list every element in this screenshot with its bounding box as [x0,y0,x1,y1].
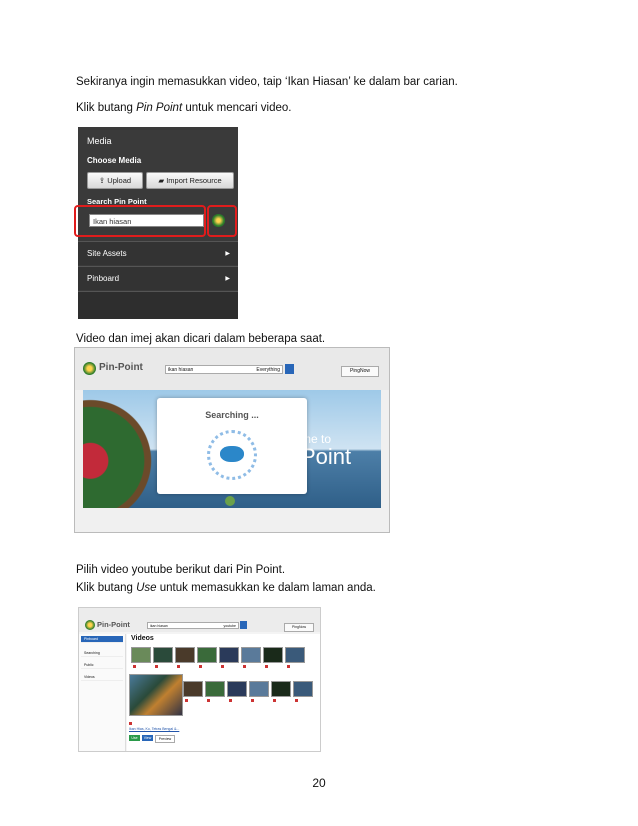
youtube-icon [243,665,246,668]
results-main: Videos Ikan Hias, Ko, Tetras Bengal &...… [127,634,320,751]
pinpoint-search-input[interactable]: ikan hiasan youtube [147,622,239,629]
youtube-icon [207,699,210,702]
pinpoint-logo-text: Pin-Point [99,362,143,373]
tree-icon [225,496,235,506]
pinpoint-logo-text: Pin-Point [97,620,130,629]
media-title: Media [87,136,112,146]
video-thumbnail[interactable] [285,647,305,663]
pinboard-label: Pinboard [87,274,120,283]
youtube-icon [185,699,188,702]
youtube-icon [295,699,298,702]
media-panel-screenshot: Media Choose Media ⇪ Upload ▰ Import Res… [74,127,238,319]
pinboard-item[interactable]: Pinboard ▶ [78,266,238,290]
pinpoint-search-input[interactable]: ikan hiasan Everything [165,365,283,374]
choose-media-label: Choose Media [87,156,142,165]
frog-mascot-icon [220,446,244,462]
text-post: untuk memasukkan ke dalam laman anda. [156,582,376,594]
video-thumbnail[interactable] [293,681,313,697]
video-thumbnail[interactable] [131,647,151,663]
view-button[interactable]: View [142,735,153,741]
pin-point-search-button[interactable] [212,214,225,227]
pinpoint-search-button[interactable] [285,364,294,374]
text-emphasis: Pin Point [136,102,183,114]
video-thumbnail[interactable] [241,647,261,663]
youtube-icon [287,665,290,668]
video-thumbnail[interactable] [183,681,203,697]
upload-button[interactable]: ⇪ Upload [87,172,143,189]
pinpoint-logo-icon [83,362,96,375]
upload-label: Upload [107,176,132,185]
sidebar-item-public[interactable]: Public [81,662,123,669]
sidebar-item-searching[interactable]: Searching [81,650,123,657]
welcome-text-2: Point [301,444,352,469]
youtube-icon [129,722,132,725]
pinpoint-search-button[interactable] [240,621,247,629]
pinpoint-leaf-graphic [83,390,157,508]
pingnow-button[interactable]: PingNow [341,366,379,377]
video-thumbnail[interactable] [205,681,225,697]
filter-select[interactable]: Everything [256,366,280,375]
video-thumbnail[interactable] [197,647,217,663]
query-text: ikan hiasan [150,624,168,628]
paragraph-instruction-4: Pilih video youtube berikut dari Pin Poi… [76,564,286,576]
video-caption-link[interactable]: Ikan Hias, Ko, Tetras Bengal &... [129,727,179,731]
youtube-icon [199,665,202,668]
video-thumbnail[interactable] [263,647,283,663]
pinpoint-results-screenshot: Pin-Point ikan hiasan youtube PingNow Pin… [78,607,321,752]
page-number: 20 [312,776,326,790]
preview-button[interactable]: Preview [155,735,175,743]
import-resource-label: Import Resource [166,176,222,185]
youtube-icon [265,665,268,668]
text-pre: Klik butang [76,102,137,114]
youtube-icon [155,665,158,668]
youtube-icon [177,665,180,668]
site-assets-label: Site Assets [87,249,127,258]
query-text: ikan hiasan [168,367,194,373]
searching-modal: Searching ... [157,398,307,494]
text-emphasis: Use [136,582,157,594]
searching-title: Searching ... [205,410,259,420]
empty-row [78,291,238,319]
youtube-icon [133,665,136,668]
youtube-icon [251,699,254,702]
video-thumbnail[interactable] [227,681,247,697]
use-button[interactable]: Use [129,735,140,741]
results-sidebar: Pinboard Searching Public Videos [79,634,126,751]
videos-title: Videos [131,635,154,642]
sidebar-item-videos[interactable]: Videos [81,674,123,681]
video-thumbnail[interactable] [175,647,195,663]
video-thumbnail[interactable] [219,647,239,663]
paragraph-instruction-2: Klik butang Pin Point untuk mencari vide… [76,101,291,115]
video-thumbnail[interactable] [153,647,173,663]
paragraph-instruction-1: Sekiranya ingin memasukkan video, taip ‘… [76,76,458,88]
sidebar-item-pinboard[interactable]: Pinboard [81,636,123,643]
pingnow-button[interactable]: PingNow [284,623,314,632]
youtube-icon [273,699,276,702]
paragraph-instruction-3: Video dan imej akan dicari dalam beberap… [76,333,326,345]
pinpoint-logo-icon [85,620,95,630]
pinpoint-searching-screenshot: Pin-Point ikan hiasan Everything PingNow … [74,347,390,533]
text-pre: Klik butang [76,582,137,594]
search-input[interactable]: Ikan hiasan [89,214,204,227]
site-assets-item[interactable]: Site Assets ▶ [78,241,238,265]
import-resource-button[interactable]: ▰ Import Resource [146,172,234,189]
chevron-right-icon: ▶ [225,251,230,257]
selected-video-thumbnail[interactable] [129,674,183,716]
paragraph-instruction-5: Klik butang Use untuk memasukkan ke dala… [76,581,376,595]
youtube-icon [221,665,224,668]
filter-select[interactable]: youtube [224,623,236,630]
video-thumbnail[interactable] [249,681,269,697]
video-thumbnail[interactable] [271,681,291,697]
youtube-icon [229,699,232,702]
chevron-right-icon: ▶ [225,276,230,282]
text-post: untuk mencari video. [182,102,292,114]
